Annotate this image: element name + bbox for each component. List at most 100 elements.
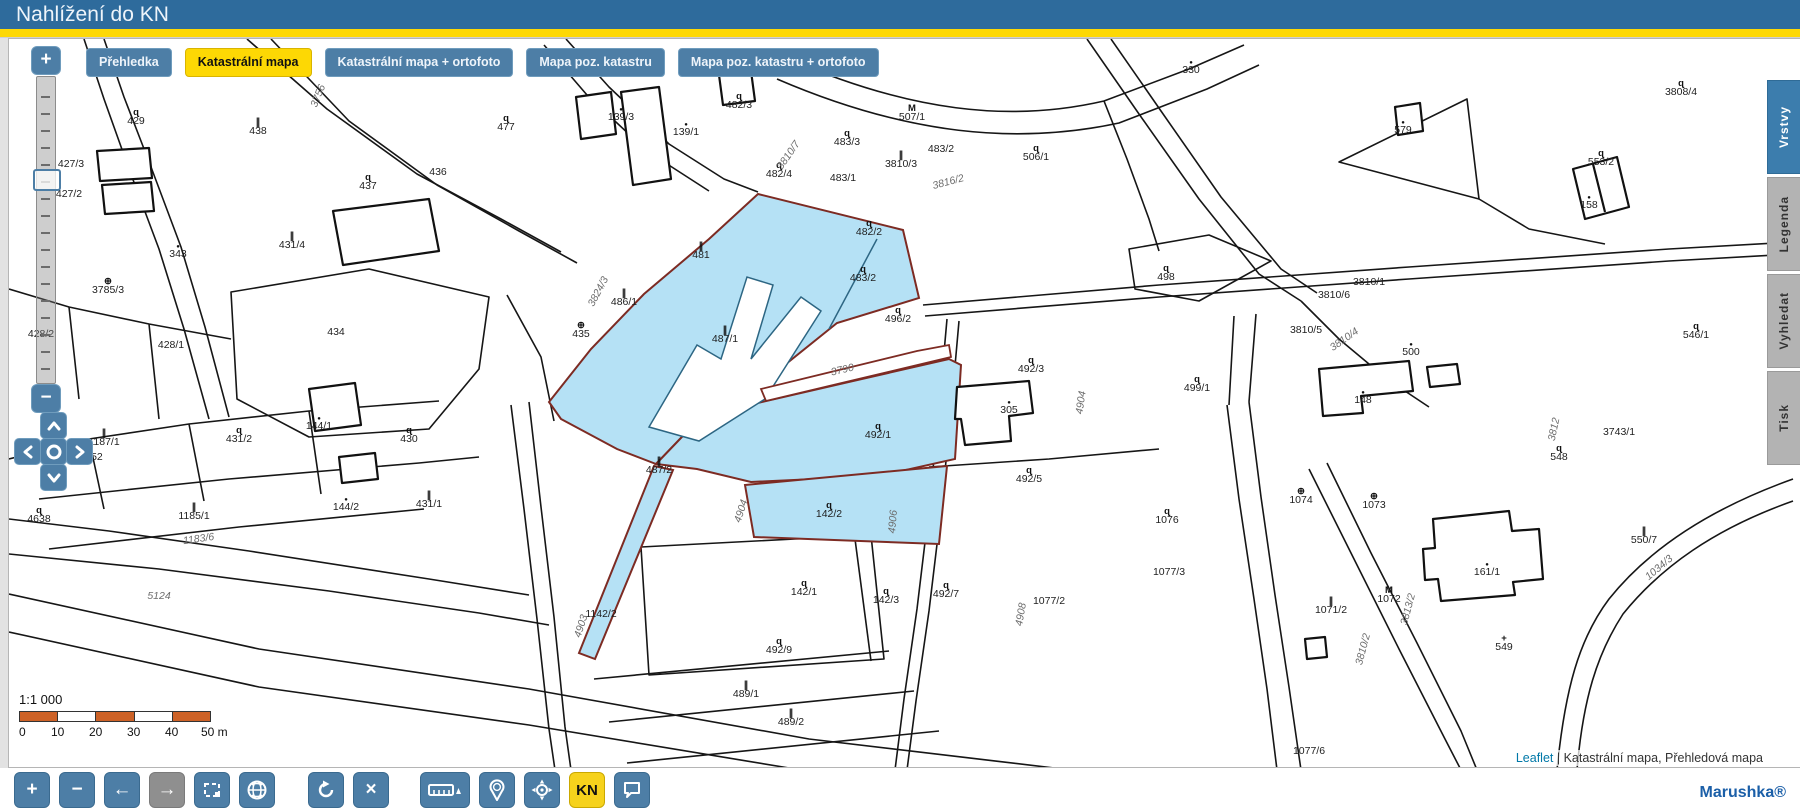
parcel-label: 1077/2 [1033,595,1065,607]
parcel-label: 3810/7 [774,138,803,172]
svg-text:3810/2: 3810/2 [1353,632,1373,666]
svg-text:4908: 4908 [1013,602,1029,627]
kn-info-button[interactable]: KN [569,772,605,808]
svg-text:3810/4: 3810/4 [1328,325,1361,353]
parcel-label: ɋ431/2 [226,425,252,445]
chevron-down-icon [47,473,60,482]
zoom-slider-handle[interactable] [33,169,61,191]
svg-text:550/7: 550/7 [1631,534,1657,546]
parcel-label: ɋ4638 [27,505,51,525]
tab-katastralni-mapa[interactable]: Katastrální mapa [184,48,312,77]
svg-text:3785/3: 3785/3 [92,284,124,296]
svg-text:3812: 3812 [1546,417,1563,442]
parcel-label: 1077/6 [1293,745,1325,757]
tab-vrstvy[interactable]: Vrstvy [1767,80,1800,174]
refresh-button[interactable] [308,772,344,808]
pan-center-button[interactable] [40,438,67,465]
world-extent-button[interactable] [239,772,275,808]
chevron-right-icon [75,445,84,458]
parcel-label: ɋ506/1 [1023,143,1049,163]
tab-tisk[interactable]: Tisk [1767,371,1800,465]
parcel-label: 483/1 [830,172,856,184]
tab-mapa-poz-katastru-ortofoto[interactable]: Mapa poz. katastru + ortofoto [677,48,879,77]
svg-text:139/3: 139/3 [608,111,634,123]
marushka-branding: Marushka® [1699,784,1786,801]
tab-vyhledat[interactable]: Vyhledat [1767,274,1800,368]
zoom-minus-button[interactable]: − [59,772,95,808]
locate-target-button[interactable] [524,772,560,808]
svg-text:3810/1: 3810/1 [1353,276,1385,288]
pan-down-button[interactable] [40,464,67,491]
pan-up-button[interactable] [40,412,67,439]
pan-right-button[interactable] [66,438,93,465]
parcel-label: ɋ142/1 [791,578,817,598]
svg-text:486/1: 486/1 [611,296,637,308]
zoom-slider-track[interactable] [33,76,61,384]
attribution-text: Katastrální mapa, Přehledová mapa [1563,751,1763,765]
parcel-label: 3810/4 [1328,325,1361,353]
ruler-icon [428,784,461,796]
highlighted-parcel-strip-4903[interactable] [577,464,675,661]
svg-text:487/2: 487/2 [646,464,672,476]
svg-text:431/1: 431/1 [416,498,442,510]
measure-button[interactable] [420,772,470,808]
parcel-label: ∥438 [249,117,267,137]
parcel-label: 4906 [886,509,900,533]
leaflet-link[interactable]: Leaflet [1516,751,1554,765]
parcel-label: ∥1185/1 [178,502,209,522]
gps-pin-button[interactable] [479,772,515,808]
parcel-label: ɋ546/1 [1683,321,1709,341]
report-flag-button[interactable] [614,772,650,808]
svg-text:305: 305 [1000,404,1018,416]
svg-text:3810/6: 3810/6 [1318,289,1350,301]
svg-text:4906: 4906 [886,509,900,533]
svg-text:4904: 4904 [732,498,751,524]
svg-text:481: 481 [692,249,710,261]
svg-text:477: 477 [497,121,515,133]
zoom-out-button[interactable]: − [31,384,61,413]
parcel-label: ⊕435 [572,320,590,340]
svg-text:144/1: 144/1 [306,420,332,432]
parcel-label: 1142/2 [585,608,616,620]
parcel-label: 3812 [1546,417,1563,442]
zoom-in-button[interactable]: + [31,46,61,75]
svg-text:4904: 4904 [1073,390,1088,415]
tab-katastralni-mapa-ortofoto[interactable]: Katastrální mapa + ortofoto [324,48,514,77]
parcel-label: 4908 [1013,602,1029,627]
parcel-label: ∥1187/1 [88,428,119,448]
svg-text:4638: 4638 [27,513,51,525]
svg-text:3808/4: 3808/4 [1665,86,1697,98]
svg-text:548: 548 [1550,451,1568,463]
svg-text:546/1: 546/1 [1683,329,1709,341]
zoom-plus-button[interactable]: + [14,772,50,808]
svg-text:3810/3: 3810/3 [885,158,917,170]
zoom-extent-button[interactable] [194,772,230,808]
parcel-label: ɋ429 [127,107,145,127]
highlighted-parcel-group[interactable] [547,192,963,661]
parcel-label: 428/1 [158,339,184,351]
accent-bar [0,29,1800,38]
page-title: Nahlížení do KN [16,3,169,26]
svg-text:429: 429 [127,115,145,127]
tab-legenda[interactable]: Legenda [1767,177,1800,271]
attribution-separator: | [1553,751,1564,765]
parcel-label: ⊕1073 [1362,491,1386,511]
parcel-label: ●144/2 [333,497,359,513]
parcel-label: 4904 [732,498,751,524]
svg-text:1187/1: 1187/1 [88,436,119,448]
svg-text:1077/6: 1077/6 [1293,745,1325,757]
tab-prehledka[interactable]: Přehledka [86,48,172,77]
clear-button[interactable]: × [353,772,389,808]
history-back-button[interactable]: ← [104,772,140,808]
history-forward-button[interactable]: → [149,772,185,808]
svg-text:3810/7: 3810/7 [774,138,803,172]
globe-icon [247,780,267,800]
parcel-label: M1072 [1377,585,1401,605]
cadastral-map-canvas[interactable]: ɋ4293756∥438ɋ437436∥431/4●343⊕3785/3428/… [9,39,1800,768]
svg-text:1071/2: 1071/2 [1315,604,1347,616]
scale-bar [19,711,211,722]
tab-mapa-poz-katastru[interactable]: Mapa poz. katastru [526,48,665,77]
svg-text:492/9: 492/9 [766,644,792,656]
parcel-label: ɋ553/2 [1588,148,1614,168]
pan-left-button[interactable] [14,438,41,465]
